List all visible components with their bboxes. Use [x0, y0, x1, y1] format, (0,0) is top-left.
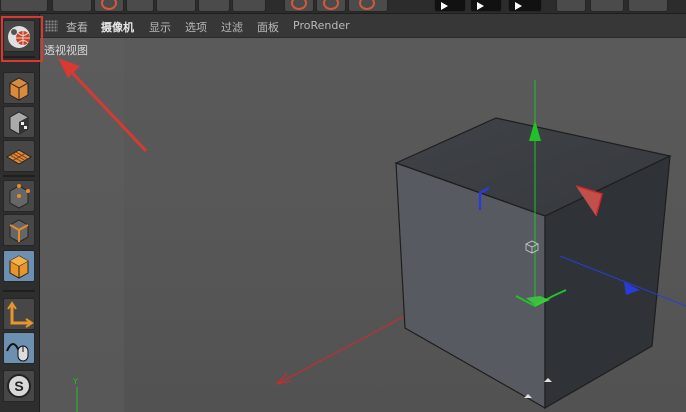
deformer-icon[interactable] — [198, 0, 230, 12]
polygons-cube-icon — [9, 255, 29, 279]
menu-cameras[interactable]: 摄像机 — [101, 19, 134, 35]
viewport-menu-bar: 查看 摄像机 显示 选项 过滤 面板 ProRender — [40, 14, 686, 38]
snap-button[interactable]: S — [3, 370, 35, 402]
perspective-view-button[interactable] — [3, 20, 35, 52]
toolbar-button[interactable] — [628, 0, 668, 12]
menu-display[interactable]: 显示 — [149, 19, 171, 35]
mouse-tweak-icon — [6, 343, 29, 362]
cube-model-button[interactable] — [3, 72, 35, 104]
axis-mode-button[interactable] — [3, 298, 35, 330]
settings-icon[interactable] — [590, 0, 624, 12]
world-axis-label: Y — [73, 377, 78, 386]
cube-primitive-icon[interactable] — [156, 0, 196, 12]
separator — [3, 175, 35, 177]
play-icon[interactable] — [434, 0, 466, 12]
menu-options[interactable]: 选项 — [185, 19, 207, 35]
edges-mode-button[interactable] — [3, 214, 35, 246]
render-view-icon[interactable] — [316, 0, 346, 12]
grid-plane-icon — [6, 149, 32, 165]
separator — [3, 290, 35, 292]
x-axis-arrowhead — [276, 372, 292, 385]
workplane-button[interactable] — [3, 140, 35, 172]
spline-icon[interactable] — [232, 0, 266, 12]
axis-icon — [7, 301, 34, 328]
viewport-shade — [40, 38, 124, 412]
light-icon[interactable] — [126, 0, 154, 12]
edges-cube-icon — [9, 219, 29, 243]
render-region-icon[interactable] — [284, 0, 314, 12]
sphere-icon[interactable] — [556, 0, 586, 12]
viewport-label: 透视视图 — [44, 44, 88, 57]
separator — [3, 56, 35, 58]
record-icon[interactable] — [508, 0, 542, 12]
tweak-mode-button[interactable] — [3, 332, 35, 364]
menu-panel[interactable]: 面板 — [257, 19, 279, 35]
points-mode-button[interactable] — [3, 180, 35, 212]
left-toolbar: S — [0, 14, 40, 412]
polygons-mode-button[interactable] — [3, 250, 35, 282]
camera-icon[interactable] — [94, 0, 124, 12]
toolbar-button[interactable] — [52, 0, 92, 12]
snap-s-icon: S — [7, 374, 31, 398]
toolbar-button[interactable] — [0, 0, 48, 12]
texture-mode-button[interactable] — [3, 106, 35, 138]
svg-text:S: S — [14, 378, 23, 394]
perspective-viewport[interactable]: 透视视图 Y — [40, 38, 686, 412]
menu-filter[interactable]: 过滤 — [221, 19, 243, 35]
render-settings-icon[interactable] — [348, 0, 388, 12]
top-toolbar — [0, 0, 686, 14]
checker-cube-icon — [9, 111, 29, 135]
grip-icon[interactable] — [45, 20, 58, 32]
perspective-view-icon — [8, 26, 30, 48]
viewport-scene — [40, 38, 686, 412]
play-forward-icon[interactable] — [470, 0, 502, 12]
cube-icon — [9, 77, 29, 101]
menu-view[interactable]: 查看 — [66, 19, 88, 35]
points-cube-icon — [9, 184, 30, 209]
menu-prorender[interactable]: ProRender — [293, 19, 350, 32]
